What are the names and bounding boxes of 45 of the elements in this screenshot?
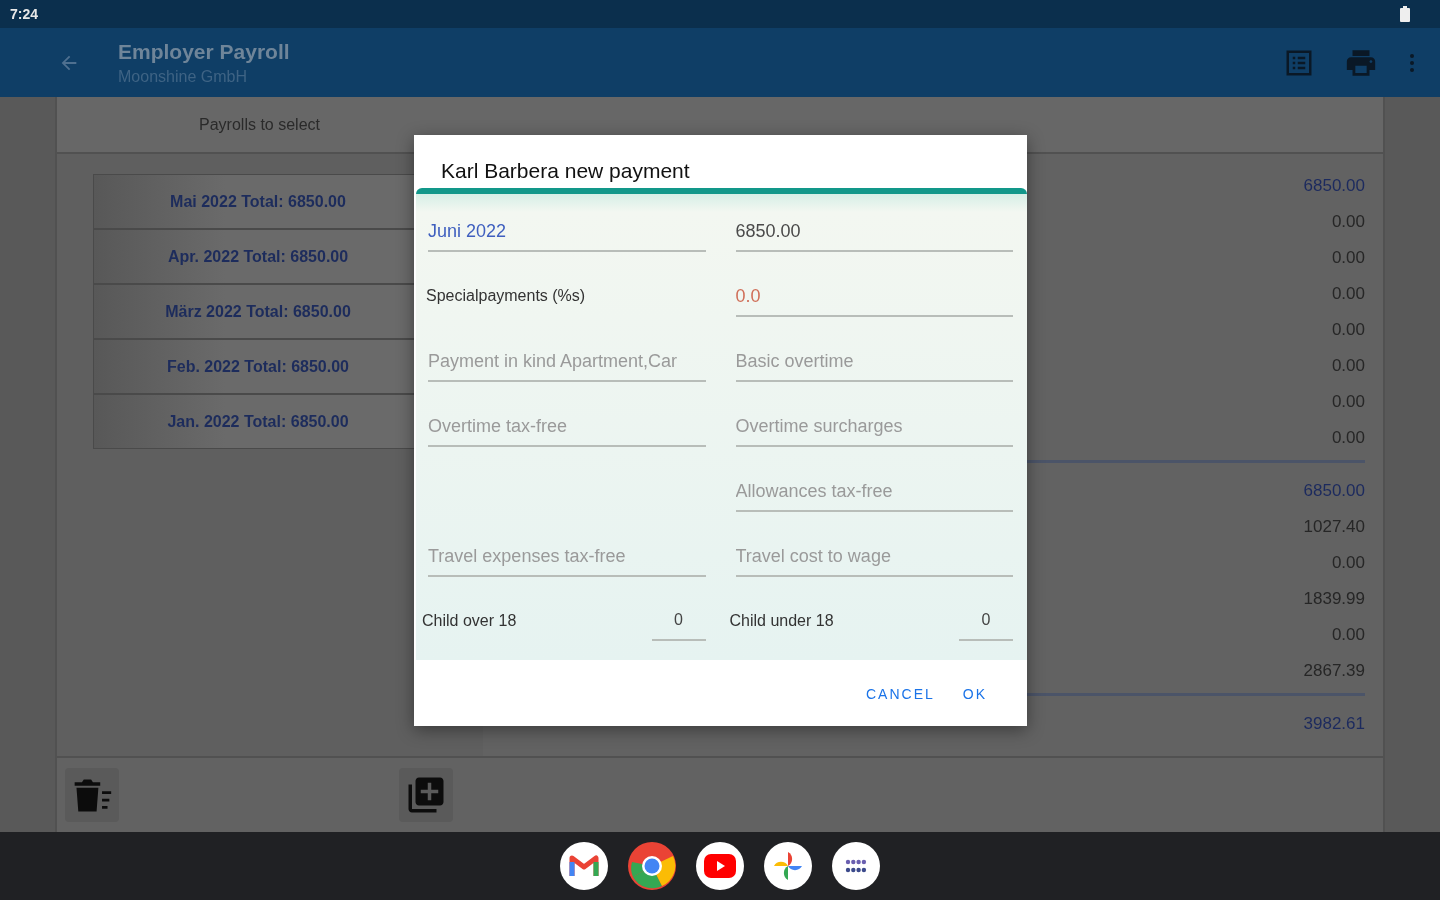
input-field[interactable]: Travel cost to wage [735,538,1013,577]
amount: 0.00 [1331,624,1365,647]
add-button[interactable] [399,768,453,823]
amount: 0.00 [1331,283,1365,306]
amount: 0.00 [1331,319,1365,342]
dialog-title: Karl Barbera new payment [440,158,691,184]
battery-icon [1400,5,1410,22]
number-field[interactable]: 0 [959,600,1013,641]
field-label: Specialpayments (%s) [426,286,587,305]
ok-button[interactable]: OK [954,680,995,708]
amount: 0.00 [1331,211,1365,234]
input-field[interactable]: 6850.00 [735,213,1013,252]
video-app-icon[interactable] [696,842,744,891]
input-field[interactable]: Travel expenses tax-free [428,538,706,577]
delete-button[interactable] [65,768,119,823]
input-field[interactable]: Overtime tax-free [428,408,706,447]
amount: 0.00 [1331,391,1365,414]
amount: 0.00 [1331,355,1365,378]
total-amount: 3982.61 [1303,713,1365,736]
cancel-button[interactable]: CANCEL [857,680,943,708]
input-field[interactable]: Basic overtime [735,343,1013,382]
mail-app-icon[interactable] [560,842,608,891]
app-title: Employer Payroll [118,39,291,64]
number-field[interactable]: 0 [651,600,706,641]
total-amount: 6850.00 [1303,480,1365,503]
clock: 7:24 [10,5,39,22]
amount: 1027.40 [1303,516,1365,539]
total-amount: 6850.00 [1303,175,1365,198]
more-button[interactable] [1410,53,1414,72]
pinwheel-app-icon[interactable] [764,842,812,891]
field-label: Child over 18 [422,611,517,630]
amount: 0.00 [1331,552,1365,575]
input-field[interactable]: 0.0 [735,278,1013,317]
launcher-icon[interactable] [832,842,880,891]
input-field[interactable]: Allowances tax-free [735,473,1013,512]
amount: 1839.99 [1303,588,1365,611]
amount: 2867.39 [1303,660,1365,683]
amount: 0.00 [1331,427,1365,450]
input-field[interactable]: Payment in kind Apartment,Car [428,343,706,382]
browser-app-icon[interactable] [628,842,676,891]
input-field[interactable]: Juni 2022 [428,213,706,252]
amount: 0.00 [1331,247,1365,270]
field-label: Child under 18 [729,611,834,630]
panel-heading: Payrolls to select [198,115,321,134]
input-field[interactable]: Overtime surcharges [735,408,1013,447]
